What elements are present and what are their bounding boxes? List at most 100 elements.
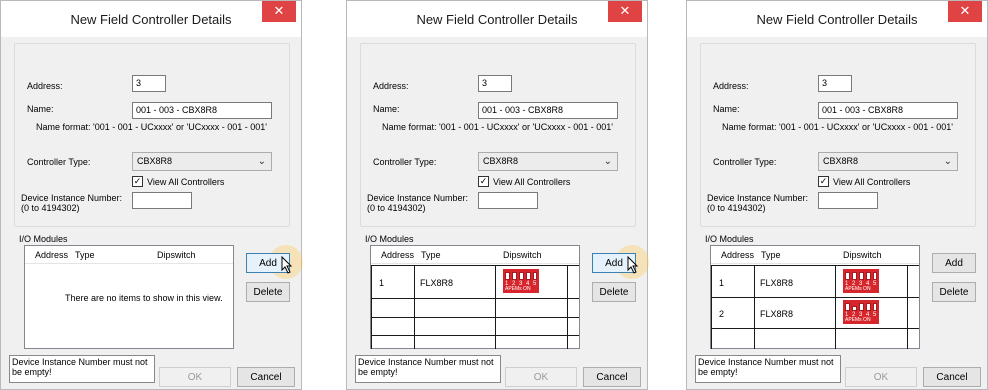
view-all-label: View All Controllers	[147, 177, 225, 187]
address-label: Address:	[373, 81, 409, 91]
delete-button[interactable]: Delete	[932, 282, 976, 302]
column-type[interactable]: Type	[75, 250, 95, 260]
cancel-button[interactable]: Cancel	[923, 367, 981, 387]
grid-line	[754, 265, 755, 349]
column-type[interactable]: Type	[421, 250, 441, 260]
add-button[interactable]: Add	[932, 253, 976, 273]
dialog-two-modules: New Field Controller Details ✕ Address: …	[686, 0, 988, 390]
dipswitch-image: 1 2 3 4 5 APEMs ON	[503, 269, 539, 293]
row-address: 2	[719, 309, 725, 319]
delete-button[interactable]: Delete	[246, 282, 290, 302]
device-instance-field[interactable]	[132, 192, 192, 209]
title-bar: New Field Controller Details ✕	[687, 1, 987, 37]
column-address[interactable]: Address	[721, 250, 754, 260]
view-all-checkbox[interactable]: ✓	[478, 176, 489, 187]
controller-type-select[interactable]: CBX8R8 ⌄	[818, 152, 958, 171]
column-type[interactable]: Type	[761, 250, 781, 260]
name-field[interactable]: 001 - 003 - CBX8R8	[478, 102, 618, 119]
io-modules-list[interactable]: Address Type Dipswitch There are no item…	[24, 245, 234, 349]
device-instance-label: Device Instance Number: (0 to 4194302)	[21, 193, 123, 213]
dialog-empty: New Field Controller Details ✕ Address: …	[0, 0, 303, 390]
list-header: Address Type Dipswitch	[25, 246, 233, 264]
name-label: Name:	[713, 104, 740, 114]
close-button[interactable]: ✕	[608, 1, 642, 22]
name-format-hint: Name format: '001 - 001 - UCxxxx' or 'UC…	[382, 122, 613, 132]
ok-button[interactable]: OK	[159, 367, 231, 387]
column-address[interactable]: Address	[381, 250, 414, 260]
mouse-pointer-icon	[627, 256, 639, 274]
address-label: Address:	[27, 81, 63, 91]
name-format-hint: Name format: '001 - 001 - UCxxxx' or 'UC…	[722, 122, 953, 132]
column-dipswitch[interactable]: Dipswitch	[157, 250, 196, 260]
grid-line	[495, 265, 496, 349]
controller-type-value: CBX8R8	[823, 156, 859, 166]
view-all-checkbox[interactable]: ✓	[818, 176, 829, 187]
address-field[interactable]: 3	[478, 75, 512, 92]
row-address: 1	[379, 278, 385, 288]
dialog-one-module: New Field Controller Details ✕ Address: …	[346, 0, 649, 390]
device-instance-field[interactable]	[818, 192, 878, 209]
controller-type-select[interactable]: CBX8R8 ⌄	[132, 152, 272, 171]
row-type: FLX8R8	[760, 278, 794, 288]
grid-line	[711, 265, 712, 349]
view-all-label: View All Controllers	[833, 177, 911, 187]
cancel-button[interactable]: Cancel	[583, 367, 641, 387]
row-type: FLX8R8	[760, 309, 794, 319]
title-bar: New Field Controller Details ✕	[347, 1, 647, 37]
close-icon: ✕	[619, 3, 631, 18]
name-label: Name:	[373, 104, 400, 114]
grid-line	[371, 265, 579, 266]
cancel-button[interactable]: Cancel	[237, 367, 295, 387]
close-button[interactable]: ✕	[262, 1, 296, 22]
io-modules-list[interactable]: Address Type Dipswitch 1 FLX8R8 1 2 3 4 …	[710, 245, 920, 349]
title-bar: New Field Controller Details ✕	[1, 1, 301, 37]
column-dipswitch[interactable]: Dipswitch	[843, 250, 882, 260]
dipswitch-brand: APEMs ON	[845, 317, 871, 323]
delete-button[interactable]: Delete	[592, 282, 636, 302]
name-field[interactable]: 001 - 003 - CBX8R8	[818, 102, 958, 119]
name-field[interactable]: 001 - 003 - CBX8R8	[132, 102, 272, 119]
controller-type-label: Controller Type:	[373, 157, 437, 167]
column-dipswitch[interactable]: Dipswitch	[503, 250, 542, 260]
controller-type-value: CBX8R8	[483, 156, 519, 166]
empty-list-message: There are no items to show in this view.	[65, 293, 223, 303]
device-instance-field[interactable]	[478, 192, 538, 209]
grid-line	[414, 265, 415, 349]
grid-line	[711, 297, 919, 298]
status-message: Device Instance Number must not be empty…	[9, 355, 155, 383]
dialog-title: New Field Controller Details	[70, 12, 232, 27]
dipswitch-brand: APEMs ON	[505, 286, 531, 292]
address-field[interactable]: 3	[818, 75, 852, 92]
chevron-down-icon: ⌄	[603, 156, 612, 167]
io-modules-label: I/O Modules	[19, 234, 68, 244]
chevron-down-icon: ⌄	[257, 156, 266, 167]
controller-type-select[interactable]: CBX8R8 ⌄	[478, 152, 618, 171]
io-modules-list[interactable]: Address Type Dipswitch 1 FLX8R8 1 2 3 4 …	[370, 245, 580, 349]
ok-button[interactable]: OK	[845, 367, 917, 387]
row-type: FLX8R8	[420, 278, 454, 288]
controller-type-label: Controller Type:	[713, 157, 777, 167]
row-address: 1	[719, 278, 725, 288]
column-address[interactable]: Address	[35, 250, 68, 260]
dipswitch-image: 1 2 3 4 5 APEMs ON	[843, 269, 879, 293]
grid-line	[371, 265, 372, 349]
controller-type-label: Controller Type:	[27, 157, 91, 167]
view-all-label: View All Controllers	[493, 177, 571, 187]
status-message: Device Instance Number must not be empty…	[695, 355, 841, 383]
address-field[interactable]: 3	[132, 75, 166, 92]
view-all-checkbox[interactable]: ✓	[132, 176, 143, 187]
close-icon: ✕	[273, 3, 285, 18]
device-instance-label: Device Instance Number: (0 to 4194302)	[367, 193, 469, 213]
grid-line	[371, 298, 579, 299]
ok-button[interactable]: OK	[505, 367, 577, 387]
grid-line	[371, 335, 579, 336]
grid-line	[711, 265, 919, 266]
grid-line	[567, 265, 568, 349]
list-header: Address Type Dipswitch	[711, 246, 919, 264]
device-instance-label: Device Instance Number: (0 to 4194302)	[707, 193, 809, 213]
dialog-title: New Field Controller Details	[416, 12, 578, 27]
close-button[interactable]: ✕	[948, 1, 982, 22]
status-message: Device Instance Number must not be empty…	[355, 355, 501, 383]
name-format-hint: Name format: '001 - 001 - UCxxxx' or 'UC…	[36, 122, 267, 132]
grid-line	[371, 317, 579, 318]
